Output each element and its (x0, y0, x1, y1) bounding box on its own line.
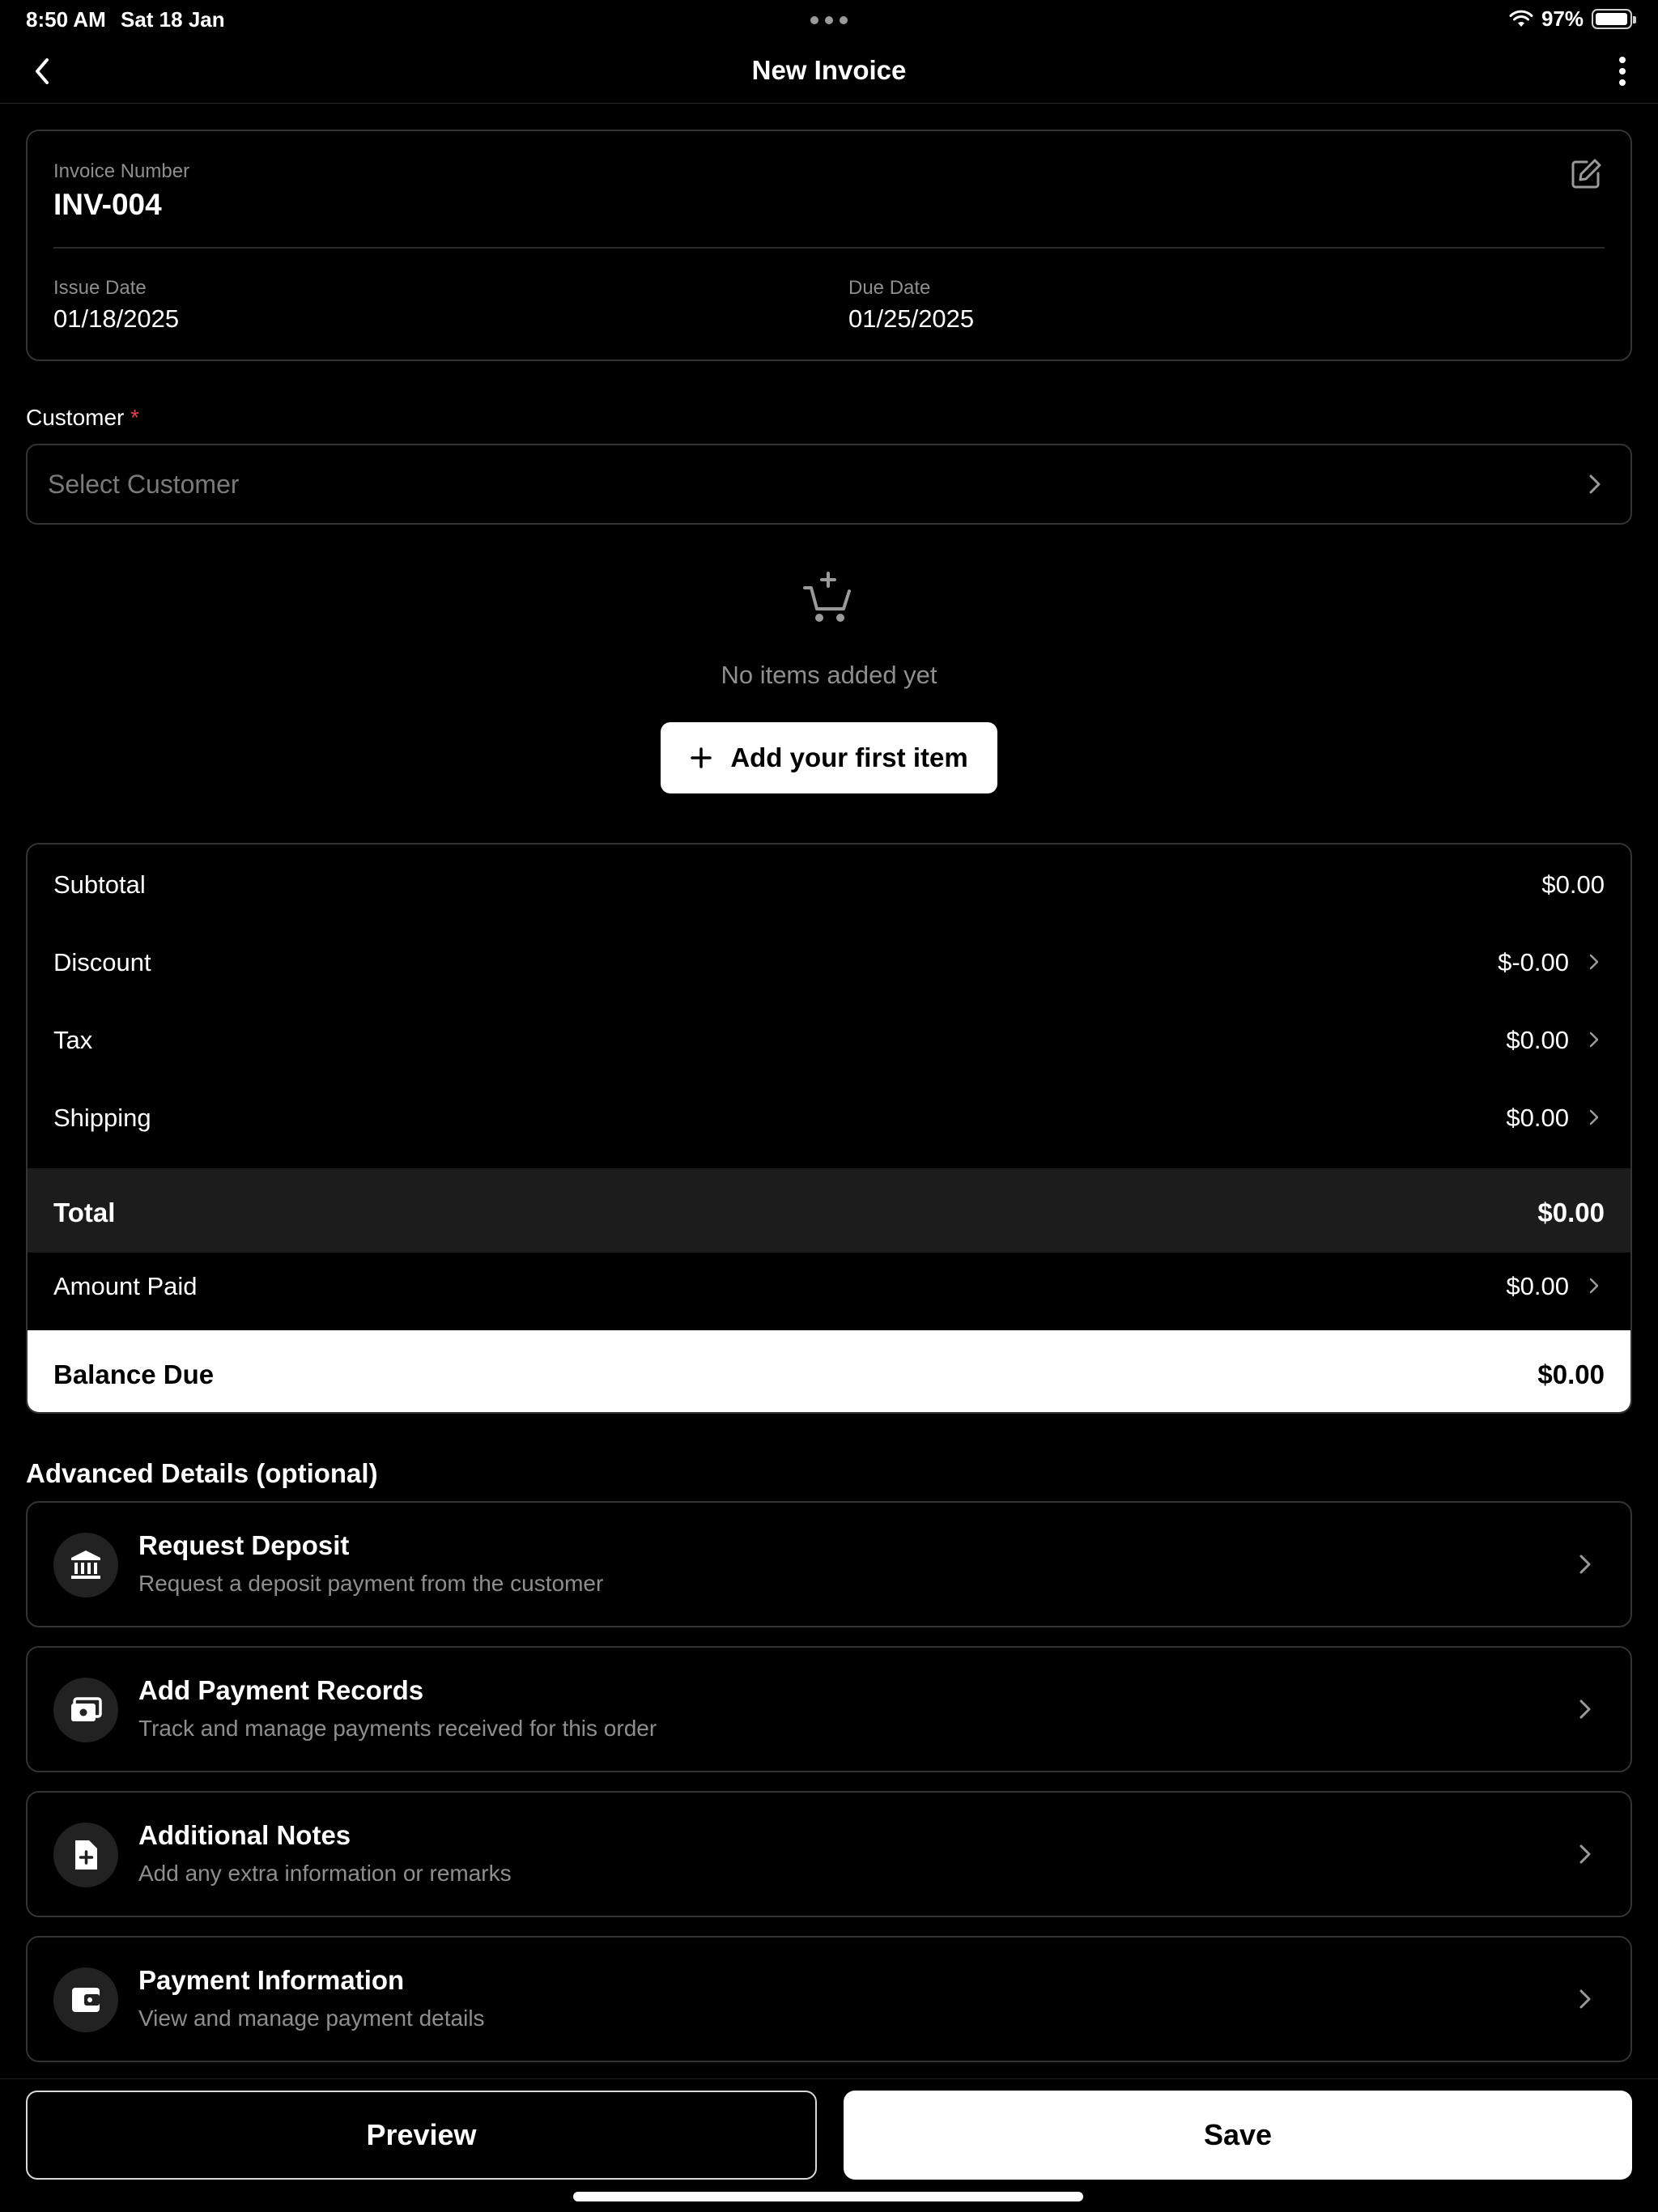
subtotal-row: Subtotal $0.00 (28, 844, 1630, 922)
bank-icon (53, 1533, 118, 1597)
new-invoice-screen: 8:50 AM Sat 18 Jan 97% New Invoice Invoi… (0, 0, 1658, 2212)
balance-due-label: Balance Due (53, 1359, 215, 1389)
issue-date-field[interactable]: 01/18/2025 (53, 304, 179, 334)
home-indicator[interactable] (573, 2192, 1083, 2201)
chevron-right-icon (1579, 1989, 1591, 2009)
cash-icon (53, 1678, 118, 1742)
subtotal-value: $0.00 (1541, 870, 1605, 899)
chevron-right-icon (1579, 1699, 1591, 1719)
chevron-right-icon (1589, 1109, 1599, 1125)
invoice-details-card: Invoice Number INV-004 Issue Date 01/18/… (26, 130, 1632, 361)
select-customer-placeholder: Select Customer (48, 470, 240, 499)
shipping-label: Shipping (53, 1104, 151, 1132)
chevron-right-icon (1579, 1844, 1591, 1864)
more-vertical-icon (1619, 57, 1626, 63)
subtotal-label: Subtotal (53, 870, 146, 899)
discount-row[interactable]: Discount $-0.00 (28, 922, 1630, 1000)
tax-row[interactable]: Tax $0.00 (28, 1000, 1630, 1078)
chevron-right-icon (1589, 1032, 1599, 1048)
page-title: New Invoice (751, 55, 907, 85)
shipping-value: $0.00 (1506, 1104, 1569, 1132)
add-payment-records-item[interactable]: Add Payment Records Track and manage pay… (26, 1646, 1632, 1772)
note-add-icon (53, 1823, 118, 1887)
chevron-right-icon (1589, 1278, 1599, 1294)
battery-percent: 97% (1541, 6, 1584, 31)
advanced-details-heading: Advanced Details (optional) (26, 1458, 378, 1488)
bottom-action-bar: Preview Save (0, 2078, 1658, 2212)
total-value: $0.00 (1537, 1197, 1605, 1227)
shipping-row[interactable]: Shipping $0.00 (28, 1078, 1630, 1155)
total-label: Total (53, 1197, 116, 1227)
due-date-field[interactable]: 01/25/2025 (848, 304, 974, 334)
save-button[interactable]: Save (844, 2091, 1632, 2180)
request-deposit-title: Request Deposit (138, 1530, 350, 1560)
payment-information-item[interactable]: Payment Information View and manage paym… (26, 1936, 1632, 2062)
status-bar: 8:50 AM Sat 18 Jan 97% (0, 0, 1658, 39)
status-time: 8:50 AM (26, 7, 106, 32)
add-payment-records-description: Track and manage payments received for t… (138, 1716, 657, 1741)
totals-card: Subtotal $0.00 Discount $-0.00 Tax $0.00… (26, 843, 1632, 1414)
total-row: Total $0.00 (28, 1168, 1630, 1253)
chevron-right-icon (1589, 954, 1599, 970)
payment-information-description: View and manage payment details (138, 2006, 485, 2031)
add-first-item-button[interactable]: Add your first item (661, 722, 997, 793)
additional-notes-title: Additional Notes (138, 1820, 351, 1850)
edit-icon[interactable] (1569, 157, 1603, 191)
select-customer-field[interactable]: Select Customer (26, 444, 1632, 525)
battery-icon (1592, 9, 1636, 29)
preview-button[interactable]: Preview (26, 2091, 817, 2180)
additional-notes-item[interactable]: Additional Notes Add any extra informati… (26, 1791, 1632, 1917)
discount-value: $-0.00 (1498, 948, 1569, 976)
tax-label: Tax (53, 1026, 93, 1054)
divider (53, 247, 1605, 249)
additional-notes-description: Add any extra information or remarks (138, 1861, 512, 1886)
request-deposit-item[interactable]: Request Deposit Request a deposit paymen… (26, 1501, 1632, 1627)
status-right: 97% (1509, 6, 1636, 32)
add-payment-records-title: Add Payment Records (138, 1675, 424, 1705)
plus-icon (691, 747, 712, 768)
status-date: Sat 18 Jan (121, 7, 225, 32)
balance-due-row: Balance Due $0.00 (28, 1330, 1630, 1412)
issue-date-label: Issue Date (53, 277, 147, 299)
multitasking-dots-icon[interactable] (810, 16, 848, 24)
amount-paid-value: $0.00 (1506, 1272, 1569, 1300)
invoice-number: INV-004 (53, 188, 162, 221)
wallet-icon (53, 1967, 118, 2032)
discount-label: Discount (53, 948, 151, 976)
customer-label: Customer * (26, 405, 139, 431)
balance-due-value: $0.00 (1537, 1359, 1605, 1389)
navigation-bar: New Invoice (0, 39, 1658, 104)
amount-paid-label: Amount Paid (53, 1272, 198, 1300)
invoice-number-label: Invoice Number (53, 160, 190, 182)
empty-items-text: No items added yet (721, 661, 937, 689)
more-options-button[interactable] (1606, 52, 1639, 91)
add-to-cart-icon (803, 572, 851, 622)
tax-value: $0.00 (1506, 1026, 1569, 1054)
chevron-right-icon (1589, 474, 1601, 494)
wifi-icon (1509, 10, 1533, 27)
required-mark: * (130, 405, 140, 430)
add-first-item-label: Add your first item (730, 742, 968, 772)
customer-label-text: Customer (26, 405, 125, 430)
payment-information-title: Payment Information (138, 1965, 405, 1995)
amount-paid-row[interactable]: Amount Paid $0.00 (28, 1246, 1630, 1324)
chevron-right-icon (1579, 1555, 1591, 1574)
due-date-label: Due Date (848, 277, 931, 299)
request-deposit-description: Request a deposit payment from the custo… (138, 1571, 604, 1596)
